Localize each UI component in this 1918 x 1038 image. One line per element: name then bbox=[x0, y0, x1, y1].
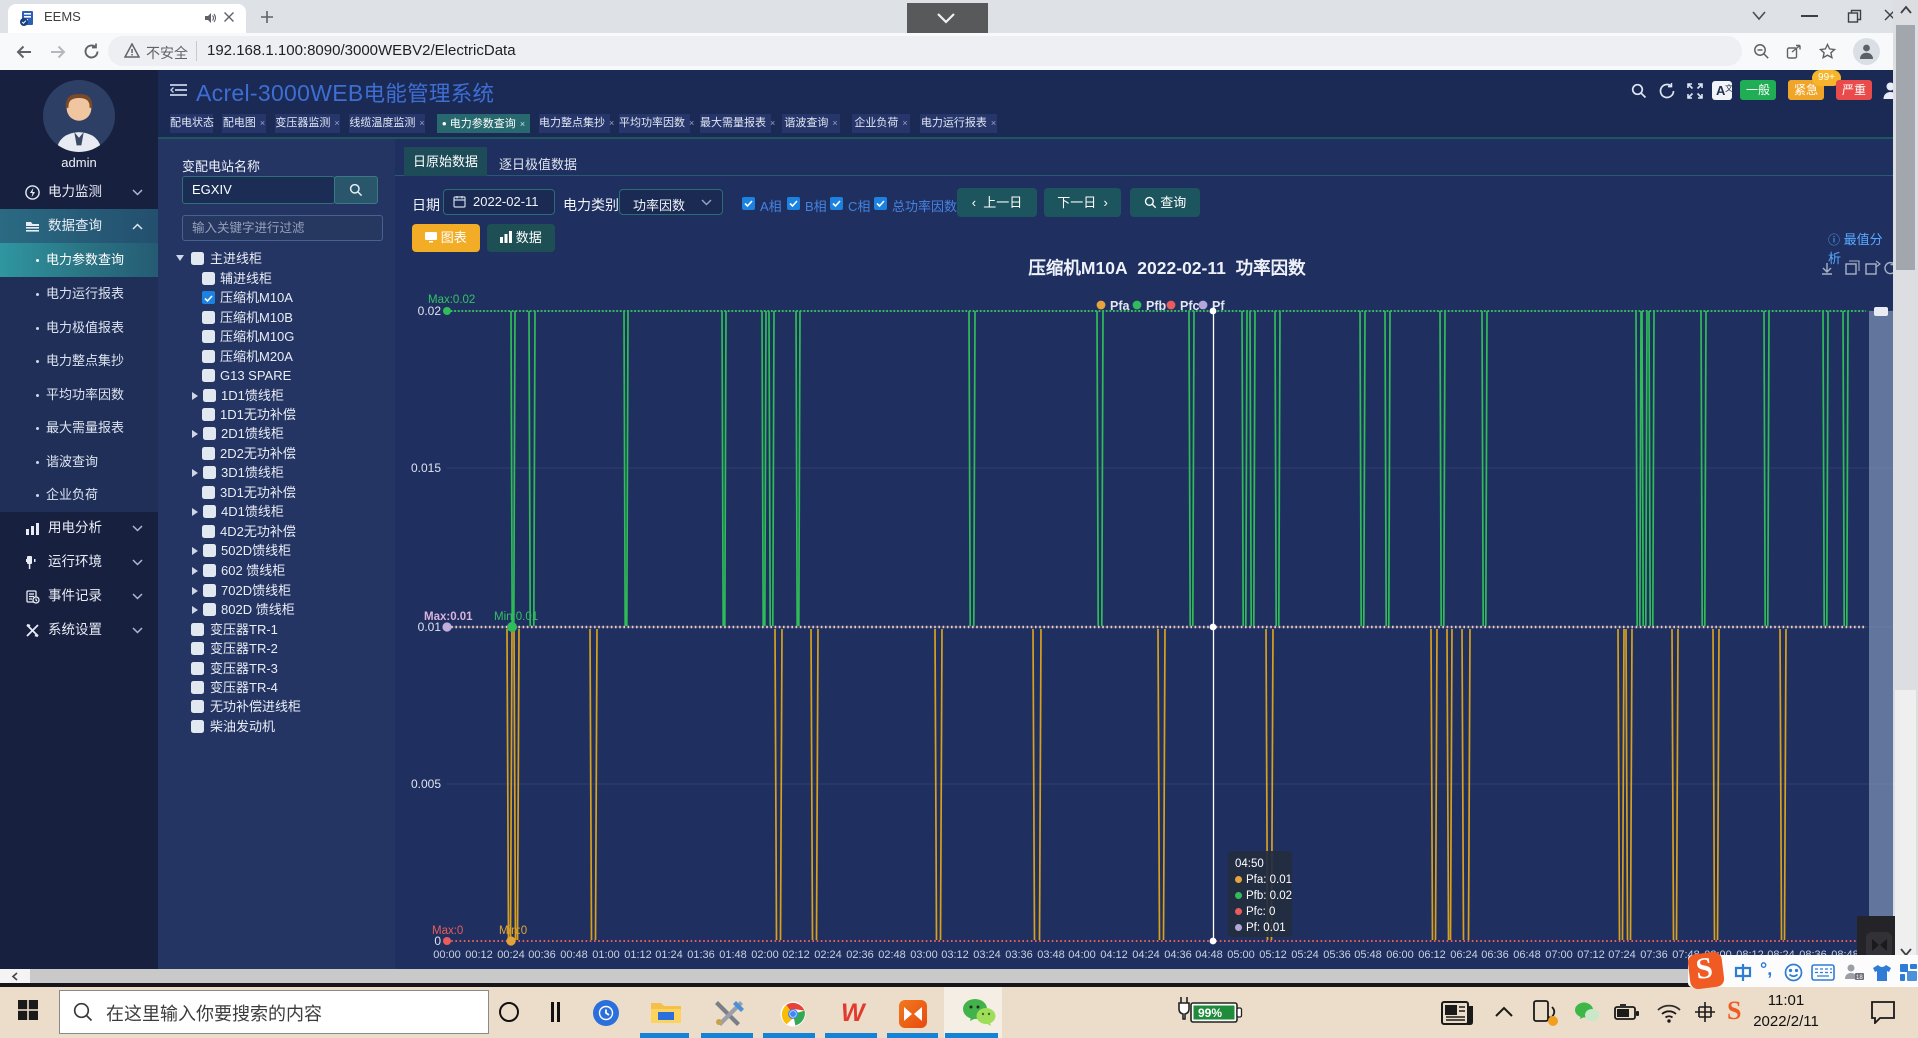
svg-text:05:00: 05:00 bbox=[1227, 949, 1255, 961]
svg-text:00:00: 00:00 bbox=[433, 949, 461, 961]
svg-text:01:48: 01:48 bbox=[719, 949, 747, 961]
svg-text:04:24: 04:24 bbox=[1132, 949, 1160, 961]
svg-text:03:24: 03:24 bbox=[973, 949, 1001, 961]
svg-text:06:36: 06:36 bbox=[1481, 949, 1509, 961]
svg-text:03:00: 03:00 bbox=[910, 949, 938, 961]
svg-text:0.015: 0.015 bbox=[411, 461, 441, 475]
svg-text:06:24: 06:24 bbox=[1450, 949, 1478, 961]
svg-text:00:12: 00:12 bbox=[465, 949, 493, 961]
svg-text:02:36: 02:36 bbox=[846, 949, 874, 961]
svg-text:02:00: 02:00 bbox=[751, 949, 779, 961]
svg-text:07:36: 07:36 bbox=[1640, 949, 1668, 961]
svg-text:00:24: 00:24 bbox=[497, 949, 525, 961]
svg-text:Max:0: Max:0 bbox=[432, 925, 463, 937]
svg-text:07:12: 07:12 bbox=[1577, 949, 1605, 961]
svg-text:03:12: 03:12 bbox=[941, 949, 969, 961]
svg-text:05:24: 05:24 bbox=[1291, 949, 1319, 961]
svg-text:04:12: 04:12 bbox=[1100, 949, 1128, 961]
svg-text:Max:0.02: Max:0.02 bbox=[428, 294, 475, 306]
svg-text:0.005: 0.005 bbox=[411, 777, 441, 791]
svg-text:Max:0.01: Max:0.01 bbox=[424, 611, 473, 623]
svg-text:05:48: 05:48 bbox=[1354, 949, 1382, 961]
svg-text:02:24: 02:24 bbox=[814, 949, 842, 961]
svg-text:07:24: 07:24 bbox=[1608, 949, 1636, 961]
svg-text:01:00: 01:00 bbox=[592, 949, 620, 961]
svg-text:99%: 99% bbox=[1198, 1006, 1222, 1020]
svg-text:06:48: 06:48 bbox=[1513, 949, 1541, 961]
svg-text:06:00: 06:00 bbox=[1386, 949, 1414, 961]
svg-text:04:36: 04:36 bbox=[1164, 949, 1192, 961]
svg-text:03:48: 03:48 bbox=[1037, 949, 1065, 961]
svg-text:02:48: 02:48 bbox=[878, 949, 906, 961]
svg-text:01:24: 01:24 bbox=[655, 949, 683, 961]
svg-text:02:12: 02:12 bbox=[782, 949, 810, 961]
svg-text:03:36: 03:36 bbox=[1005, 949, 1033, 961]
svg-text:00:48: 00:48 bbox=[560, 949, 588, 961]
svg-text:压缩机M10A 2022-02-11 功率因数: 压缩机M10A 2022-02-11 功率因数 bbox=[1028, 258, 1306, 278]
svg-text:01:12: 01:12 bbox=[624, 949, 652, 961]
svg-text:05:12: 05:12 bbox=[1259, 949, 1287, 961]
svg-text:07:00: 07:00 bbox=[1545, 949, 1573, 961]
svg-text:05:36: 05:36 bbox=[1323, 949, 1351, 961]
svg-text:0.02: 0.02 bbox=[418, 304, 442, 318]
svg-text:Min:0.01: Min:0.01 bbox=[494, 611, 538, 623]
svg-text:06:12: 06:12 bbox=[1418, 949, 1446, 961]
svg-text:04:48: 04:48 bbox=[1195, 949, 1223, 961]
svg-text:Min:0: Min:0 bbox=[499, 925, 527, 937]
svg-text:18: 18 bbox=[1856, 975, 1863, 981]
svg-text:00:36: 00:36 bbox=[528, 949, 556, 961]
svg-text:01:36: 01:36 bbox=[687, 949, 715, 961]
svg-text:04:00: 04:00 bbox=[1068, 949, 1096, 961]
